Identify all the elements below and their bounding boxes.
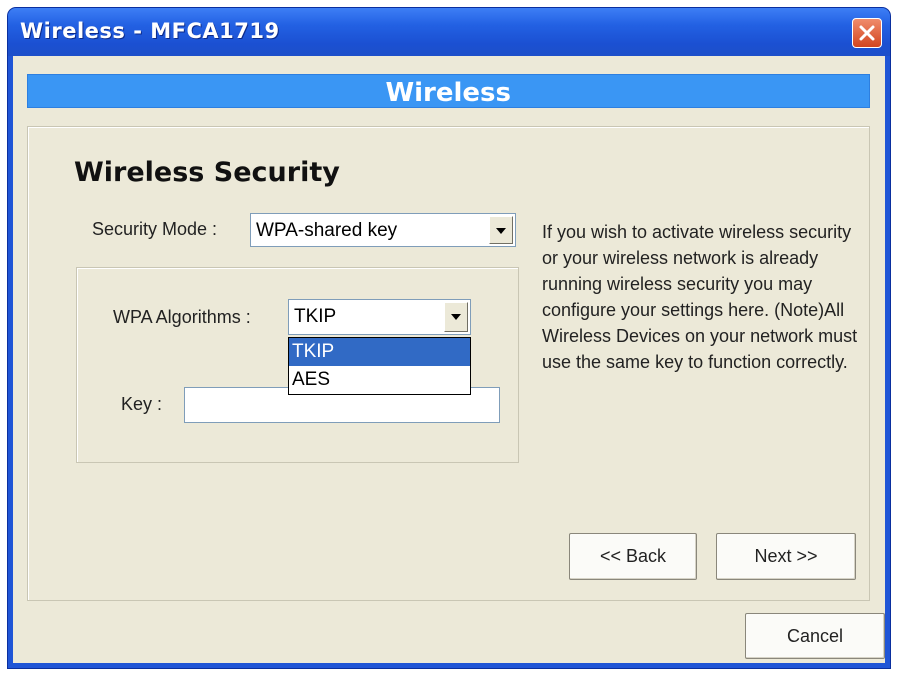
chevron-down-icon xyxy=(451,314,461,320)
wpa-algorithms-dropdown-button[interactable] xyxy=(444,302,468,332)
chevron-down-icon xyxy=(496,228,506,234)
close-icon xyxy=(859,25,875,41)
banner-title: Wireless xyxy=(385,78,511,108)
security-mode-value: WPA-shared key xyxy=(256,220,398,241)
title-bar[interactable]: Wireless - MFCA1719 xyxy=(8,8,890,56)
wpa-algorithms-dropdown-list: TKIP AES xyxy=(288,337,471,395)
section-title: Wireless Security xyxy=(74,157,340,188)
security-mode-select[interactable]: WPA-shared key xyxy=(250,213,516,247)
security-mode-dropdown-button[interactable] xyxy=(489,216,513,244)
help-text: If you wish to activate wireless securit… xyxy=(542,222,858,372)
content-panel: Wireless Security Security Mode : WPA-sh… xyxy=(27,126,870,601)
key-label: Key : xyxy=(121,394,163,414)
wpa-algorithms-select[interactable]: TKIP xyxy=(288,299,471,335)
close-button[interactable] xyxy=(852,18,882,48)
security-mode-label: Security Mode : xyxy=(92,219,218,239)
wizard-window: Wireless - MFCA1719 Wireless Wireless Se… xyxy=(8,8,890,668)
wpa-algorithms-label: WPA Algorithms : xyxy=(113,307,251,327)
cancel-button[interactable]: Cancel xyxy=(745,613,885,659)
back-button[interactable]: << Back xyxy=(569,533,697,580)
option-tkip[interactable]: TKIP xyxy=(289,338,470,366)
option-aes[interactable]: AES xyxy=(289,366,470,394)
dialog-body: Wireless Wireless Security Security Mode… xyxy=(13,56,885,663)
window-title: Wireless - MFCA1719 xyxy=(20,19,280,43)
page-banner: Wireless xyxy=(27,74,870,108)
next-button[interactable]: Next >> xyxy=(716,533,856,580)
wpa-settings-group: WPA Algorithms : Key : TKIP TKIP AES xyxy=(76,267,519,463)
wpa-algorithms-value: TKIP xyxy=(294,306,337,327)
